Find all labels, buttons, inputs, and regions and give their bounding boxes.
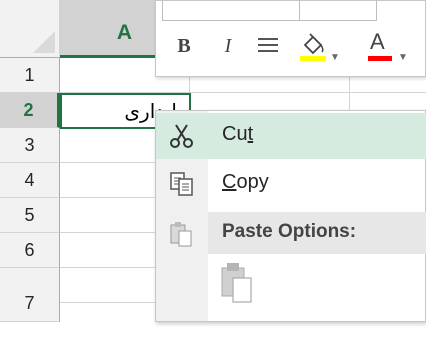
select-all-triangle (33, 31, 55, 53)
scissors-icon (170, 124, 193, 148)
bold-button[interactable]: B (172, 31, 196, 61)
row-header-7[interactable]: 7 (0, 268, 60, 322)
font-name-box[interactable] (162, 1, 300, 21)
font-color-swatch (368, 56, 392, 61)
row-header-1[interactable]: 1 (0, 58, 60, 93)
fill-color-button[interactable]: ▼ (300, 31, 340, 63)
paste-options-label: Paste Options: (222, 221, 357, 242)
paste-default-icon[interactable] (220, 260, 254, 304)
row-header-4[interactable]: 4 (0, 163, 60, 198)
menu-item-copy-label: Copy (222, 171, 269, 193)
mini-toolbar-top-row (162, 1, 422, 23)
font-size-box[interactable] (299, 1, 377, 21)
row-header-6[interactable]: 6 (0, 233, 60, 268)
mini-toolbar: B I ▼ A ▼ (155, 0, 426, 77)
menu-item-cut[interactable]: Cut (156, 113, 426, 159)
font-color-button[interactable]: A ▼ (368, 29, 412, 63)
font-color-label: A (370, 29, 385, 54)
paste-icon (170, 222, 192, 247)
fill-color-swatch (300, 56, 326, 61)
copy-icon (170, 172, 193, 196)
center-align-button[interactable] (254, 31, 282, 61)
fill-color-dropdown-icon[interactable]: ▼ (330, 43, 340, 73)
context-menu: Cut Copy Paste Options: (155, 110, 426, 322)
font-color-dropdown-icon[interactable]: ▼ (398, 43, 408, 73)
menu-item-copy[interactable]: Copy (156, 161, 426, 207)
menu-item-cut-label: Cut (222, 123, 254, 145)
italic-button[interactable]: I (218, 31, 238, 61)
paste-options-header: Paste Options: (208, 212, 426, 254)
select-all-corner[interactable] (0, 0, 60, 58)
row-header-3[interactable]: 3 (0, 128, 60, 163)
row-header-5[interactable]: 5 (0, 198, 60, 233)
row-header-2[interactable]: 2 (0, 93, 60, 128)
